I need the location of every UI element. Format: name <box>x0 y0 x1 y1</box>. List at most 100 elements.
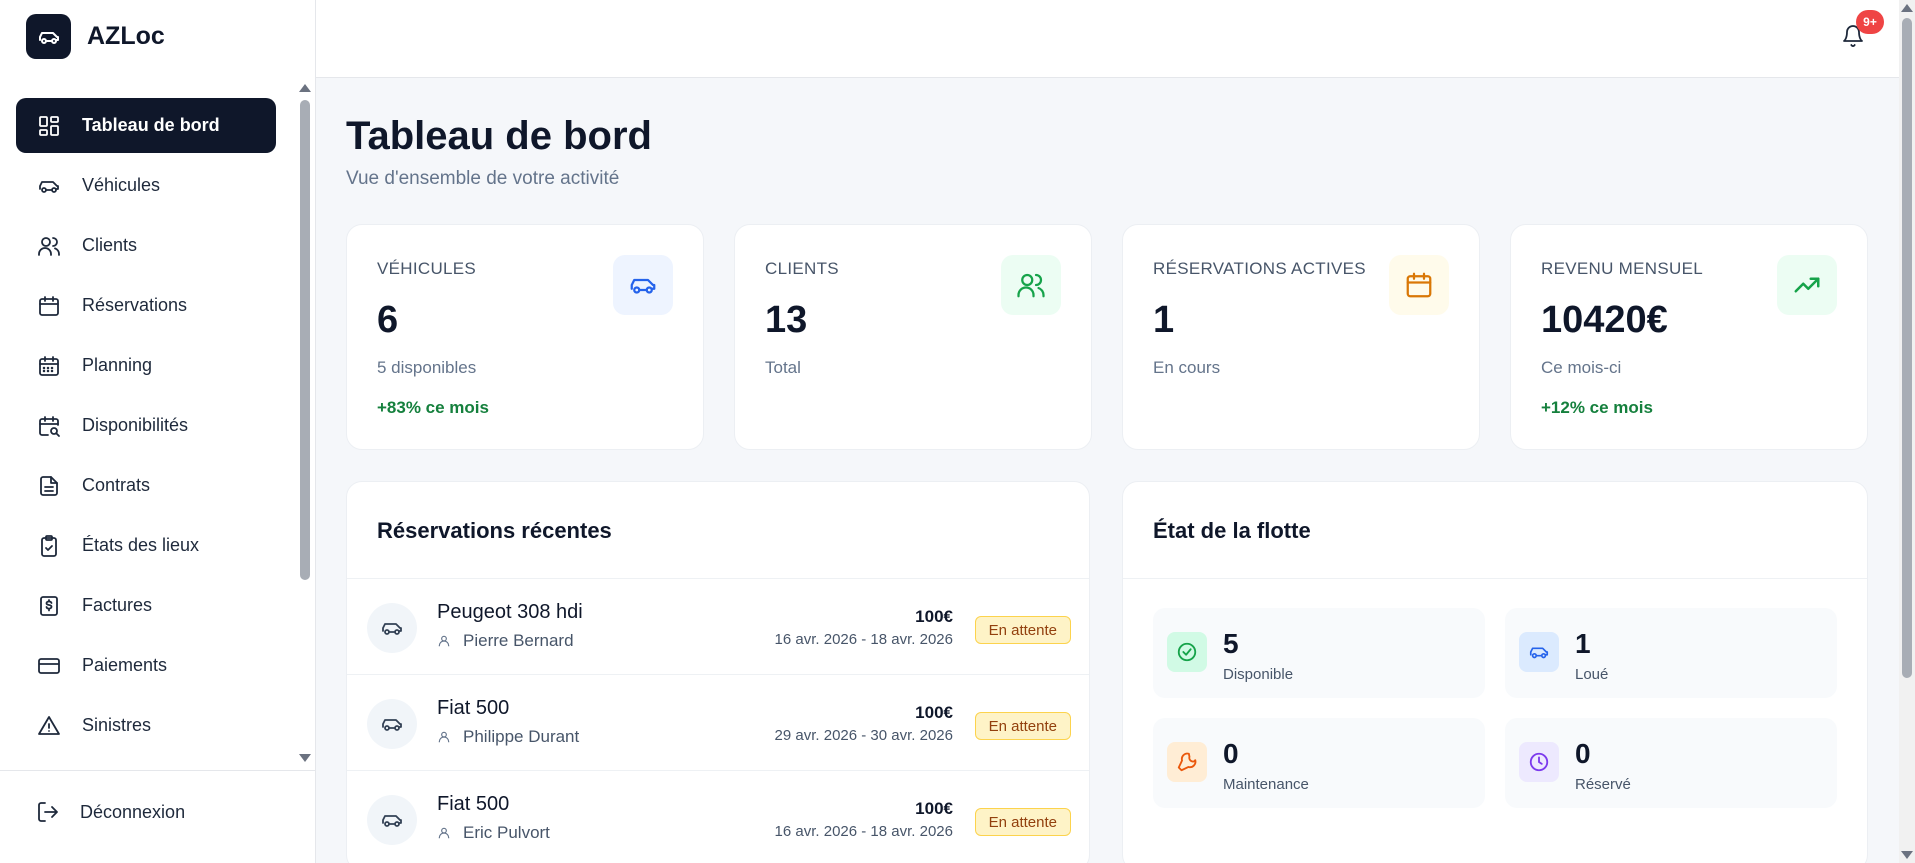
sidebar-item-reservations[interactable]: Réservations <box>16 278 276 333</box>
document-icon <box>36 473 62 499</box>
fleet-label: Maintenance <box>1223 776 1309 793</box>
logout-icon <box>36 800 60 824</box>
calendar-search-icon <box>36 413 62 439</box>
sidebar-item-inspections[interactable]: États des lieux <box>16 518 276 573</box>
panel-title: État de la flotte <box>1153 518 1311 543</box>
calendar-icon <box>1389 255 1449 315</box>
reservation-price: 100€ <box>915 703 953 722</box>
status-badge: En attente <box>974 712 1071 740</box>
list-item[interactable]: Fiat 500 Eric Pulvort 100€ 16 avr. 2026 … <box>347 771 1089 863</box>
stat-sub: Ce mois-ci <box>1541 358 1622 377</box>
car-icon <box>367 795 417 845</box>
client-name-text: Philippe Durant <box>463 727 580 746</box>
sidebar-item-label: Sinistres <box>82 715 152 735</box>
sidebar-item-label: Planning <box>82 355 153 375</box>
stat-card-clients: CLIENTS 13 Total <box>734 224 1092 450</box>
stat-value: 1 <box>1153 299 1175 341</box>
client-name: Philippe Durant <box>437 727 579 747</box>
scroll-up-icon[interactable] <box>299 84 311 92</box>
sidebar-item-label: Contrats <box>82 475 151 495</box>
sidebar-scrollbar[interactable] <box>298 82 312 762</box>
brand[interactable]: AZLoc <box>26 14 165 59</box>
notification-badge: 9+ <box>1856 10 1884 34</box>
page-subtitle: Vue d'ensemble de votre activité <box>346 168 620 189</box>
stat-label: VÉHICULES <box>377 259 477 278</box>
sidebar-item-label: États des lieux <box>82 535 200 555</box>
sidebar-item-vehicles[interactable]: Véhicules <box>16 158 276 213</box>
client-name-text: Eric Pulvort <box>463 823 550 842</box>
dashboard-icon <box>36 113 62 139</box>
user-icon <box>437 826 451 840</box>
stat-card-monthly-revenue: REVENU MENSUEL 10420€ Ce mois-ci +12% ce… <box>1510 224 1868 450</box>
clipboard-check-icon <box>36 533 62 559</box>
car-icon <box>1519 632 1559 672</box>
sidebar-item-invoices[interactable]: Factures <box>16 578 276 633</box>
scroll-down-icon[interactable] <box>1901 851 1913 859</box>
fleet-stat-reserved: 0 Réservé <box>1505 718 1837 808</box>
trending-up-icon <box>1777 255 1837 315</box>
stat-sub: En cours <box>1153 358 1221 377</box>
wrench-icon <box>1167 742 1207 782</box>
topbar: 9+ <box>316 0 1899 78</box>
car-icon <box>26 14 71 59</box>
logout-label: Déconnexion <box>80 801 186 822</box>
sidebar-item-clients[interactable]: Clients <box>16 218 276 273</box>
recent-reservations-panel: Réservations récentes Peugeot 308 hdi Pi… <box>346 481 1090 863</box>
stat-label: RÉSERVATIONS ACTIVES <box>1153 259 1366 278</box>
fleet-stat-available: 5 Disponible <box>1153 608 1485 698</box>
reservation-dates: 16 avr. 2026 - 18 avr. 2026 <box>774 823 953 840</box>
warning-icon <box>36 713 62 739</box>
sidebar-item-payments[interactable]: Paiements <box>16 638 276 693</box>
sidebar-item-planning[interactable]: Planning <box>16 338 276 393</box>
fleet-value: 0 <box>1575 738 1591 769</box>
stat-card-vehicles: VÉHICULES 6 5 disponibles +83% ce mois <box>346 224 704 450</box>
stat-label: REVENU MENSUEL <box>1541 259 1703 278</box>
list-item[interactable]: Fiat 500 Philippe Durant 100€ 29 avr. 20… <box>347 675 1089 771</box>
stat-card-active-reservations: RÉSERVATIONS ACTIVES 1 En cours <box>1122 224 1480 450</box>
sidebar-item-dashboard[interactable]: Tableau de bord <box>16 98 276 153</box>
list-item[interactable]: Peugeot 308 hdi Pierre Bernard 100€ 16 a… <box>347 579 1089 675</box>
client-name: Pierre Bernard <box>437 631 574 651</box>
sidebar-item-label: Clients <box>82 235 138 255</box>
reservation-dates: 29 avr. 2026 - 30 avr. 2026 <box>774 727 953 744</box>
sidebar-item-contracts[interactable]: Contrats <box>16 458 276 513</box>
check-circle-icon <box>1167 632 1207 672</box>
client-name-text: Pierre Bernard <box>463 631 574 650</box>
scroll-up-icon[interactable] <box>1901 4 1913 12</box>
sidebar-item-label: Paiements <box>82 655 168 675</box>
calendar-icon <box>36 293 62 319</box>
scroll-down-icon[interactable] <box>299 754 311 762</box>
sidebar-item-availability[interactable]: Disponibilités <box>16 398 276 453</box>
vehicle-model: Fiat 500 <box>437 697 510 719</box>
car-icon <box>613 255 673 315</box>
car-icon <box>36 173 62 199</box>
reservation-price: 100€ <box>915 799 953 818</box>
status-badge: En attente <box>974 616 1071 644</box>
stat-sub: Total <box>765 358 801 377</box>
sidebar-scrollbar-thumb[interactable] <box>300 100 310 580</box>
sidebar-item-claims[interactable]: Sinistres <box>16 698 276 753</box>
stat-sub: 5 disponibles <box>377 358 477 377</box>
stat-label: CLIENTS <box>765 259 839 278</box>
page-title: Tableau de bord <box>346 114 652 158</box>
page-scrollbar-thumb[interactable] <box>1902 18 1912 678</box>
panel-divider <box>1123 578 1867 579</box>
fleet-stat-rented: 1 Loué <box>1505 608 1837 698</box>
status-badge: En attente <box>974 808 1071 836</box>
sidebar-divider <box>0 770 316 771</box>
app-name: AZLoc <box>87 22 165 50</box>
calendar-grid-icon <box>36 353 62 379</box>
stat-trend: +83% ce mois <box>377 398 489 417</box>
credit-card-icon <box>36 653 62 679</box>
fleet-value: 0 <box>1223 738 1239 769</box>
sidebar-item-label: Tableau de bord <box>82 115 220 135</box>
clock-icon <box>1519 742 1559 782</box>
page-scrollbar[interactable] <box>1899 0 1915 863</box>
stat-value: 10420€ <box>1541 299 1668 341</box>
fleet-label: Disponible <box>1223 666 1294 683</box>
fleet-stat-maintenance: 0 Maintenance <box>1153 718 1485 808</box>
users-icon <box>1001 255 1061 315</box>
sidebar-item-label: Factures <box>82 595 153 615</box>
logout-button[interactable]: Déconnexion <box>36 800 185 824</box>
stat-value: 6 <box>377 299 399 341</box>
